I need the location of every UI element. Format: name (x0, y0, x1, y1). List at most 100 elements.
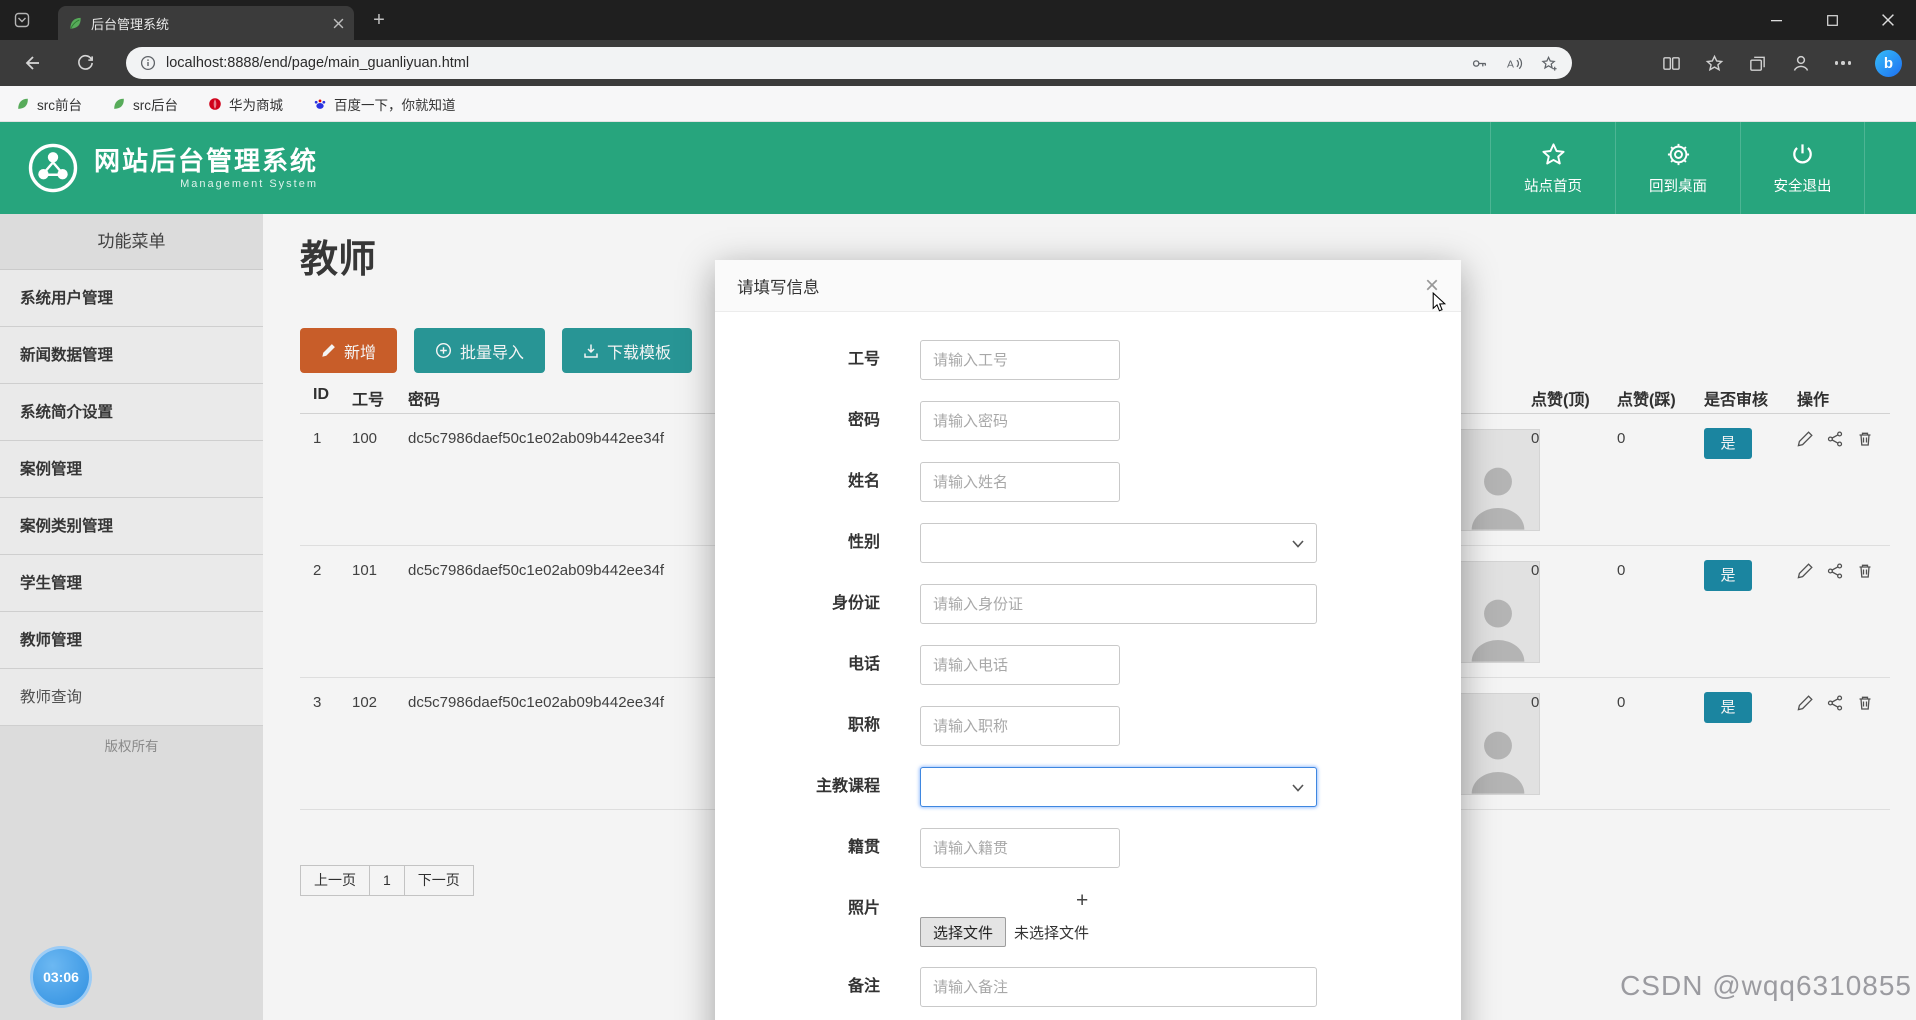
tab-title: 后台管理系统 (91, 16, 170, 32)
leaf-icon (114, 98, 124, 109)
phone-input[interactable] (920, 645, 1120, 685)
person-placeholder-icon (1471, 467, 1524, 530)
password-key-icon[interactable] (1471, 55, 1488, 72)
site-info-icon[interactable] (140, 55, 156, 71)
svg-text:A: A (1507, 59, 1514, 70)
avatar (1455, 561, 1540, 663)
modal-form: 工号 密码 姓名 性别 身份证 电话 (715, 312, 1461, 1020)
add-photo-button[interactable]: + (1076, 889, 1088, 913)
page-number-button[interactable]: 1 (369, 865, 405, 896)
sidebar-item-teacher-mgmt[interactable]: 教师管理 (0, 612, 263, 669)
row-operations (1797, 563, 1874, 580)
refresh-button[interactable] (76, 53, 98, 75)
sidebar-copyright: 版权所有 (104, 739, 159, 754)
delete-icon[interactable] (1857, 431, 1874, 448)
prev-page-button[interactable]: 上一页 (300, 865, 370, 896)
field-label: 籍贯 (847, 839, 880, 856)
delete-icon[interactable] (1857, 695, 1874, 712)
id-card-input[interactable] (920, 584, 1317, 624)
share-icon[interactable] (1827, 431, 1844, 448)
screen: 后台管理系统 + localhost:8888/end/page/main_gu… (0, 0, 1916, 1020)
add-favorite-star-icon[interactable] (1541, 55, 1558, 72)
edit-icon[interactable] (1797, 563, 1814, 580)
person-placeholder-icon (1471, 731, 1524, 794)
row-operations (1797, 431, 1874, 448)
window-controls (1748, 0, 1916, 40)
address-bar[interactable]: localhost:8888/end/page/main_guanliyuan.… (126, 47, 1572, 79)
password-input[interactable] (920, 401, 1120, 441)
addressbar-right-icons: A (1471, 55, 1558, 72)
edit-icon[interactable] (1797, 695, 1814, 712)
sidebar: 功能菜单 系统用户管理 新闻数据管理 系统简介设置 案例管理 案例类别管理 学生… (0, 214, 263, 1020)
collections-icon[interactable] (1748, 54, 1767, 73)
browser-tab[interactable]: 后台管理系统 (58, 6, 354, 40)
page-title: 教师 (300, 239, 377, 281)
field-label: 备注 (847, 978, 880, 995)
field-label: 主教课程 (815, 778, 880, 795)
download-template-button[interactable]: 下载模板 (562, 328, 693, 373)
form-row-photo: 照片 + 选择文件 未选择文件 (715, 889, 1461, 967)
sidebar-item-student-mgmt[interactable]: 学生管理 (0, 555, 263, 612)
safe-logout-button[interactable]: 安全退出 (1740, 122, 1865, 214)
hometown-input[interactable] (920, 828, 1120, 868)
bookmark-baidu[interactable]: 百度一下，你就知道 (313, 94, 456, 114)
field-label: 身份证 (831, 595, 880, 612)
job-title-input[interactable] (920, 706, 1120, 746)
person-placeholder-icon (1471, 599, 1524, 662)
file-status-text: 未选择文件 (1014, 924, 1090, 942)
bookmark-src-frontend[interactable]: src前台 (16, 94, 82, 114)
share-icon[interactable] (1827, 563, 1844, 580)
settings-more-icon[interactable] (1834, 61, 1851, 65)
batch-import-button[interactable]: 批量导入 (414, 328, 546, 373)
recording-timer: 03:06 (30, 946, 92, 1008)
bookmarks-bar: src前台 src后台 华为商城 百度一下，你就知道 (0, 86, 1916, 122)
audit-status-badge: 是 (1704, 428, 1752, 459)
mouse-cursor (1430, 292, 1448, 312)
sidebar-item-system-intro[interactable]: 系统简介设置 (0, 384, 263, 441)
sidebar-item-teacher-query[interactable]: 教师查询 (0, 669, 263, 726)
edit-icon[interactable] (1797, 431, 1814, 448)
delete-icon[interactable] (1857, 563, 1874, 580)
back-button[interactable] (22, 53, 44, 75)
window-close-button[interactable] (1860, 0, 1916, 40)
sidebar-item-case-category[interactable]: 案例类别管理 (0, 498, 263, 555)
sidebar-item-system-users[interactable]: 系统用户管理 (0, 270, 263, 327)
field-label: 电话 (847, 656, 880, 673)
choose-file-button[interactable]: 选择文件 (920, 917, 1007, 947)
split-screen-icon[interactable] (1662, 54, 1681, 73)
window-maximize-button[interactable] (1804, 0, 1860, 40)
remark-input[interactable] (920, 967, 1317, 1007)
browser-toolbar: localhost:8888/end/page/main_guanliyuan.… (0, 40, 1916, 86)
field-label: 姓名 (847, 473, 880, 490)
window-minimize-button[interactable] (1748, 0, 1804, 40)
tab-close-icon[interactable] (333, 18, 344, 29)
sidebar-item-news-data[interactable]: 新闻数据管理 (0, 327, 263, 384)
add-button[interactable]: 新增 (300, 328, 398, 373)
bookmark-huawei-mall[interactable]: 华为商城 (208, 94, 283, 114)
circle-plus-icon (436, 342, 452, 359)
new-tab-button[interactable]: + (368, 9, 390, 31)
gender-select[interactable] (920, 523, 1317, 563)
tab-actions-icon[interactable] (12, 10, 32, 30)
favorites-star-icon[interactable] (1705, 54, 1724, 73)
next-page-button[interactable]: 下一页 (403, 865, 474, 896)
tab-favicon-leaf-icon (68, 16, 83, 31)
baidu-paw-icon (314, 98, 326, 109)
read-aloud-icon[interactable]: A (1506, 55, 1523, 72)
back-to-desktop-button[interactable]: 回到桌面 (1615, 122, 1740, 214)
share-icon[interactable] (1827, 695, 1844, 712)
name-input[interactable] (920, 462, 1120, 502)
job-no-input[interactable] (920, 340, 1120, 380)
form-row-id-card: 身份证 (715, 584, 1461, 645)
profile-avatar-icon[interactable] (1791, 53, 1811, 73)
form-row-gender: 性别 (715, 523, 1461, 584)
main-course-select[interactable] (920, 767, 1317, 807)
url-text[interactable]: localhost:8888/end/page/main_guanliyuan.… (166, 55, 1461, 71)
bing-copilot-icon[interactable]: b (1875, 49, 1902, 77)
sidebar-item-case-mgmt[interactable]: 案例管理 (0, 441, 263, 498)
download-icon (584, 344, 598, 358)
chevron-down-icon (1292, 540, 1304, 548)
site-home-button[interactable]: 站点首页 (1490, 122, 1615, 214)
csdn-watermark: CSDN @wqq6310855 (1620, 970, 1912, 1001)
bookmark-src-backend[interactable]: src后台 (112, 94, 178, 114)
